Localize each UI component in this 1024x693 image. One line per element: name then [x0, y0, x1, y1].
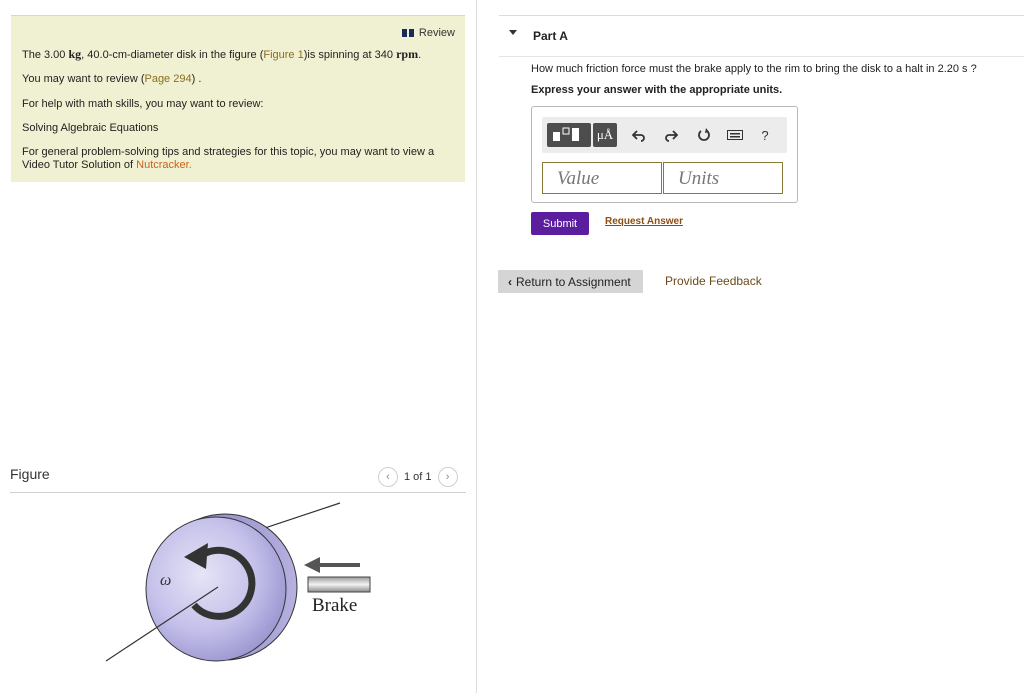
provide-feedback-link[interactable]: Provide Feedback: [665, 274, 762, 288]
unit-rpm: rpm: [396, 47, 419, 61]
prev-figure-button[interactable]: ‹: [378, 467, 398, 487]
value-input[interactable]: Value: [542, 162, 662, 194]
figure-page-count: 1 of 1: [404, 471, 432, 483]
intro-text-b: , 40.0-cm-diameter disk in the figure (: [81, 49, 264, 61]
templates-button[interactable]: [547, 123, 591, 147]
question-text: How much friction force must the brake a…: [531, 63, 977, 75]
part-header-rule: [499, 56, 1024, 57]
review-page-line: You may want to review (Page 294) .: [22, 73, 201, 86]
unit-kg: kg: [68, 47, 82, 61]
video-tip-text: For general problem-solving tips and str…: [22, 146, 435, 158]
answer-box: μÅ ? Value Units: [531, 106, 798, 203]
math-skills-link[interactable]: Solving Algebraic Equations: [22, 122, 158, 135]
math-toolbar: μÅ ?: [542, 117, 787, 153]
nutcracker-link[interactable]: Nutcracker.: [136, 159, 192, 171]
math-help-text: For help with math skills, you may want …: [22, 98, 264, 110]
problem-panel: Review The 3.00 kg, 40.0-cm-diameter dis…: [0, 0, 476, 693]
problem-statement: The 3.00 kg, 40.0-cm-diameter disk in th…: [22, 48, 421, 62]
book-icon: [401, 28, 414, 38]
problem-info-box: Review The 3.00 kg, 40.0-cm-diameter dis…: [11, 15, 465, 182]
return-to-assignment-button[interactable]: ‹ Return to Assignment: [498, 270, 643, 293]
video-tutor-line: Video Tutor Solution of Nutcracker.: [22, 159, 192, 172]
figure-pager: ‹ 1 of 1 ›: [378, 467, 458, 487]
disk-figure: ω Brake: [105, 502, 371, 662]
review-link[interactable]: Review: [401, 27, 455, 39]
undo-icon[interactable]: [630, 126, 648, 144]
figure-link[interactable]: Figure 1: [263, 49, 303, 61]
intro-text: The 3.00: [22, 49, 69, 61]
return-label: Return to Assignment: [516, 274, 631, 289]
column-divider: [476, 0, 477, 693]
omega-label: ω: [160, 572, 171, 589]
intro-text-d: .: [418, 49, 422, 61]
figure-divider: [10, 492, 466, 493]
part-title[interactable]: Part A: [533, 29, 568, 43]
templates-icon: [553, 127, 579, 141]
review-suffix: ) .: [191, 73, 202, 85]
reset-icon[interactable]: [695, 126, 713, 144]
keyboard-icon[interactable]: [726, 126, 744, 144]
brake-pad: [307, 576, 371, 593]
redo-icon[interactable]: [662, 126, 680, 144]
next-figure-button[interactable]: ›: [437, 467, 458, 487]
part-top-rule: [499, 15, 1024, 16]
chevron-left-icon: ‹: [508, 274, 512, 289]
request-answer-link[interactable]: Request Answer: [605, 216, 683, 227]
video-tutor-text: Video Tutor Solution of: [22, 159, 137, 171]
review-prefix: You may want to review (: [22, 73, 145, 85]
instruction-text: Express your answer with the appropriate…: [531, 84, 783, 96]
units-input[interactable]: Units: [663, 162, 783, 194]
help-icon[interactable]: ?: [756, 126, 774, 144]
brake-label: Brake: [312, 595, 357, 616]
brake-arrowhead: [304, 557, 320, 573]
intro-text-c: )is spinning at 340: [303, 49, 397, 61]
figure-heading: Figure: [10, 466, 50, 482]
collapse-caret-icon[interactable]: [509, 30, 517, 35]
page-link[interactable]: Page 294: [144, 73, 191, 85]
review-label: Review: [418, 27, 455, 39]
submit-button[interactable]: Submit: [531, 212, 589, 235]
units-button[interactable]: μÅ: [593, 123, 617, 147]
